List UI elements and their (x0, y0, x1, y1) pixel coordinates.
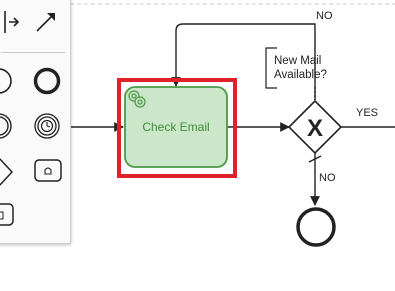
task-icon[interactable] (33, 158, 63, 184)
flow-label-loop-no: NO (316, 10, 333, 22)
annotation-line-1: New Mail (274, 55, 321, 67)
intermediate-event-icon[interactable] (0, 112, 15, 140)
timer-event-icon[interactable] (33, 112, 61, 140)
subprocess-icon[interactable] (0, 202, 15, 228)
connect-tool-icon[interactable] (33, 9, 59, 35)
flow-label-yes: YES (356, 107, 378, 119)
exclusive-gateway[interactable]: X (287, 99, 343, 155)
end-event[interactable] (296, 207, 336, 247)
text-annotation-bracket[interactable] (265, 47, 277, 89)
service-task-check-email[interactable]: Check Email (124, 86, 228, 168)
gateway-icon[interactable] (0, 157, 15, 187)
end-event-icon[interactable] (33, 67, 61, 95)
start-event-icon[interactable] (0, 67, 15, 95)
flow-label-down-no: NO (319, 172, 336, 184)
space-tool-icon[interactable] (1, 9, 21, 35)
gateway-x-marker: X (307, 115, 323, 142)
palette-separator (1, 52, 65, 53)
annotation-line-2: Available? (274, 69, 327, 81)
task-label: Check Email (142, 120, 209, 134)
tool-palette (0, 0, 71, 244)
